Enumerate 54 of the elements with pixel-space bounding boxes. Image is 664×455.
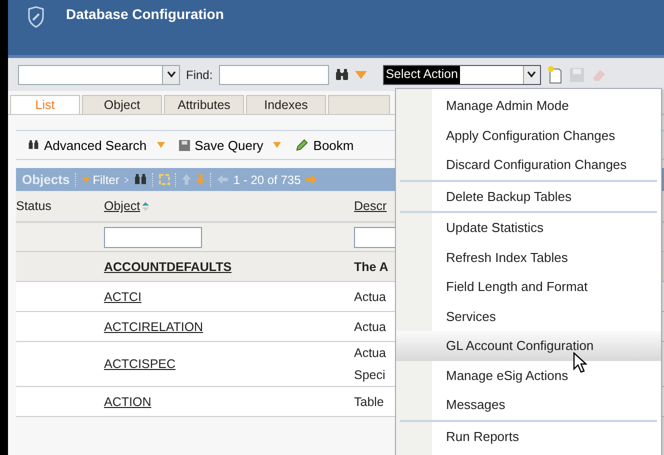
table-cell: Speci: [354, 368, 386, 382]
tab[interactable]: [328, 95, 390, 114]
caret-icon[interactable]: [156, 142, 165, 148]
action-combobox[interactable]: Select Action: [382, 64, 541, 84]
binoculars-icon[interactable]: [28, 140, 39, 150]
shield-wrench-icon: [26, 6, 46, 28]
menu-item[interactable]: Run Reports: [396, 422, 661, 451]
window-title: Database Configuration: [66, 6, 224, 22]
menu-item[interactable]: Discard Configuration Changes: [396, 150, 661, 180]
object-link[interactable]: ACCOUNTDEFAULTS: [104, 260, 232, 274]
filter-field[interactable]: [104, 226, 202, 248]
column-header[interactable]: Object: [104, 199, 140, 213]
object-link[interactable]: ACTCIRELATION: [104, 320, 204, 334]
table-cell: Actua: [354, 320, 386, 334]
toolbar-button[interactable]: Bookm: [291, 138, 358, 152]
table-cell: Actua: [354, 290, 386, 304]
binoculars-icon[interactable]: [334, 68, 349, 80]
mouse-pointer-icon: [573, 352, 587, 374]
menu-item[interactable]: Manage Admin Mode: [396, 91, 661, 120]
caret-icon[interactable]: [354, 70, 367, 78]
menu-item[interactable]: Update Statistics: [396, 213, 661, 242]
chevron-down-icon[interactable]: [166, 71, 176, 78]
table-cell: The A: [354, 260, 388, 274]
save-icon[interactable]: [178, 140, 190, 150]
menu-item[interactable]: Delete Backup Tables: [396, 182, 661, 211]
sort-icon[interactable]: [142, 202, 150, 210]
tab[interactable]: Attributes: [164, 95, 244, 114]
tab[interactable]: Object: [82, 95, 162, 114]
binoculars-icon[interactable]: [134, 174, 148, 185]
tab[interactable]: Indexes: [246, 95, 326, 114]
table-cell: Table: [354, 394, 384, 408]
menu-item[interactable]: Messages: [396, 390, 661, 420]
toolbar-button[interactable]: Save Query: [174, 138, 268, 152]
refresh-icon[interactable]: [159, 174, 170, 185]
object-link[interactable]: ACTION: [104, 394, 152, 408]
find-field[interactable]: [218, 64, 329, 84]
list-title: Objects: [22, 172, 70, 187]
column-header: Status: [16, 199, 52, 213]
menu-item[interactable]: GL Account Configuration: [396, 331, 661, 360]
new-document-icon[interactable]: [546, 66, 563, 84]
chevron-icon: [124, 176, 130, 184]
find-label: Find:: [186, 68, 213, 82]
paging-text: 1 - 20 of 735: [233, 172, 301, 186]
left-arrow-icon[interactable]: [217, 175, 228, 184]
menu-item[interactable]: Apply Configuration Changes: [396, 120, 661, 150]
table-cell: Actua: [354, 346, 386, 360]
menu-item[interactable]: Manage eSig Actions: [396, 360, 661, 390]
toolbar-button[interactable]: Advanced Search: [24, 138, 151, 152]
object-link[interactable]: ACTCI: [104, 290, 142, 304]
pencil-icon[interactable]: [295, 138, 308, 152]
caret-icon[interactable]: [273, 142, 282, 148]
chevron-down-icon[interactable]: [527, 71, 536, 78]
up-arrow-icon[interactable]: [182, 174, 192, 185]
object-link[interactable]: ACTCISPEC: [104, 357, 176, 371]
